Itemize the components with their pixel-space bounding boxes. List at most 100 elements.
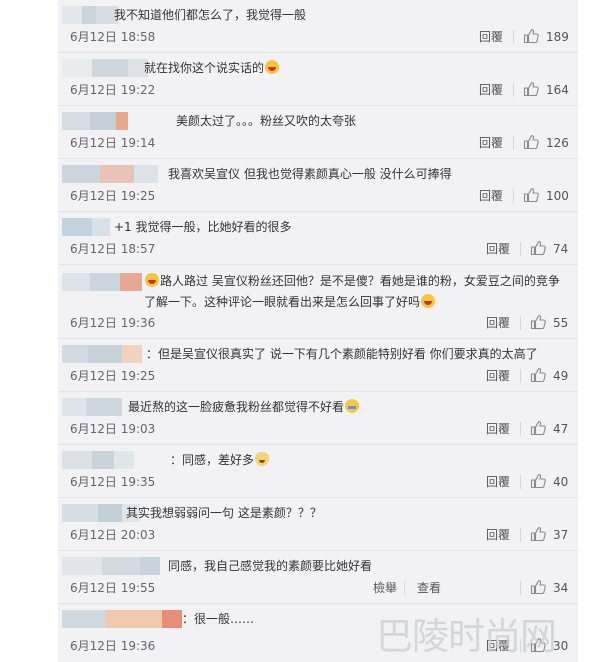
reply-link[interactable]: 回覆 — [486, 527, 510, 543]
comment-timestamp: 6月12日 19:36 — [70, 639, 156, 653]
comment-text: 同感，我自己感觉我的素颜要比她好看 — [168, 557, 372, 575]
comment-timestamp: 6月12日 19:25 — [70, 369, 156, 383]
comment-text: 就在找你这个说实话的 — [144, 59, 280, 77]
comment-timestamp: 6月12日 19:14 — [70, 136, 156, 150]
comment-item: 就在找你这个说实话的 6月12日 19:22 回覆 164 — [58, 53, 578, 106]
divider — [520, 369, 521, 383]
comment-timestamp: 6月12日 19:55 — [70, 581, 156, 595]
comment-text-content: 路人路过 吴宣仪粉丝还回他？是不是傻？看她是谁的粉，女爱豆之间的竞争了解一下。这… — [144, 274, 560, 309]
divider — [513, 136, 514, 150]
comment-timestamp: 6月12日 18:58 — [70, 30, 156, 44]
reply-link[interactable]: 回覆 — [486, 421, 510, 437]
thumbs-up-icon[interactable] — [523, 134, 539, 150]
blurred-username[interactable] — [62, 451, 134, 469]
comment-item: ：但是吴宣仪很真实了 说一下有几个素颜能特别好看 你们要求真的太高了 6月12日 … — [58, 339, 578, 392]
comment-text: 我喜欢吴宣仪 但我也觉得素颜真心一般 没什么可捧得 — [168, 165, 452, 183]
comment-text: 最近熬的这一脸疲惫我粉丝都觉得不好看 — [128, 398, 360, 416]
divider — [513, 30, 514, 44]
reply-link[interactable]: 回覆 — [479, 29, 503, 45]
comment-item: 我喜欢吴宣仪 但我也觉得素颜真心一般 没什么可捧得 6月12日 19:25 回覆 10… — [58, 159, 578, 212]
comment-body: 最近熬的这一脸疲惫我粉丝都觉得不好看 — [62, 398, 578, 416]
comment-body: +1 我觉得一般，比她好看的很多 — [62, 218, 578, 236]
comment-item: ：同感，差好多 6月12日 19:35 回覆 40 — [58, 445, 578, 498]
comment-text: ：很一般…… — [182, 610, 254, 628]
comment-timestamp: 6月12日 19:25 — [70, 189, 156, 203]
thumbs-up-icon[interactable] — [530, 420, 546, 436]
comment-text-content: ：但是吴宣仪很真实了 说一下有几个素颜能特别好看 你们要求真的太高了 — [146, 347, 538, 361]
blurred-username[interactable] — [62, 112, 128, 130]
reply-link[interactable]: 回覆 — [486, 241, 510, 257]
reply-link[interactable]: 回覆 — [486, 315, 510, 331]
thumbs-up-icon[interactable] — [523, 28, 539, 44]
comment-body: 路人路过 吴宣仪粉丝还回他？是不是傻？看她是谁的粉，女爱豆之间的竞争了解一下。这… — [62, 273, 578, 309]
divider — [513, 189, 514, 203]
view-link[interactable]: 查看 — [417, 580, 441, 596]
comment-text: 其实我想弱弱问一句 这是素颜？？？ — [126, 504, 322, 522]
reply-link[interactable]: 回覆 — [486, 368, 510, 384]
comment-item: 同感，我自己感觉我的素颜要比她好看 6月12日 19:55 檢舉 查看 34 — [58, 551, 578, 604]
like-count: 49 — [553, 369, 569, 383]
like-count: 126 — [546, 136, 569, 150]
comment-timestamp: 6月12日 19:03 — [70, 422, 156, 436]
like-count: 74 — [553, 242, 569, 256]
reply-link[interactable]: 回覆 — [479, 188, 503, 204]
thumbs-up-icon[interactable] — [530, 240, 546, 256]
divider — [520, 581, 521, 595]
blurred-username[interactable] — [62, 398, 122, 416]
comment-item: 美颜太过了。。。粉丝又吹的太夸张 6月12日 19:14 回覆 126 — [58, 106, 578, 159]
comment-body: ：但是吴宣仪很真实了 说一下有几个素颜能特别好看 你们要求真的太高了 — [62, 345, 578, 363]
divider — [520, 528, 521, 542]
blurred-username[interactable] — [62, 273, 142, 291]
comment-timestamp: 6月12日 19:36 — [70, 316, 156, 330]
blurred-username[interactable] — [62, 557, 160, 575]
divider — [513, 83, 514, 97]
comment-text-content: ：很一般…… — [182, 612, 255, 626]
thumbs-up-icon[interactable] — [530, 579, 546, 595]
thumbs-up-icon[interactable] — [530, 526, 546, 542]
comment-item: 其实我想弱弱问一句 这是素颜？？？ 6月12日 20:03 回覆 37 — [58, 498, 578, 551]
comment-body: 我不知道他们都怎么了，我觉得一般 — [62, 6, 578, 24]
blurred-username[interactable] — [62, 610, 182, 628]
comment-text: +1 我觉得一般，比她好看的很多 — [114, 218, 292, 236]
like-count: 34 — [553, 581, 569, 595]
blurred-username[interactable] — [62, 6, 118, 24]
divider — [520, 422, 521, 436]
comment-timestamp: 6月12日 19:22 — [70, 83, 156, 97]
thumbs-up-icon[interactable] — [530, 473, 546, 489]
laugh-emoji-icon — [421, 294, 436, 308]
comment-text: 我不知道他们都怎么了，我觉得一般 — [114, 6, 306, 24]
divider — [520, 242, 521, 256]
like-count: 55 — [553, 316, 569, 330]
comment-item: 最近熬的这一脸疲惫我粉丝都觉得不好看 6月12日 19:03 回覆 47 — [58, 392, 578, 445]
comment-text-content: 就在找你这个说实话的 — [144, 61, 265, 75]
comment-text-content: 其实我想弱弱问一句 这是素颜？？？ — [126, 506, 322, 520]
thumbs-up-icon[interactable] — [523, 187, 539, 203]
reply-link[interactable]: 回覆 — [479, 135, 503, 151]
blurred-username[interactable] — [62, 218, 110, 236]
thumbs-up-icon[interactable] — [523, 81, 539, 97]
thumbs-up-icon[interactable] — [530, 314, 546, 330]
comment-text-content: 我不知道他们都怎么了，我觉得一般 — [114, 8, 307, 22]
report-link[interactable]: 檢舉 — [373, 580, 397, 596]
comment-body: 我喜欢吴宣仪 但我也觉得素颜真心一般 没什么可捧得 — [62, 165, 578, 183]
comment-body: 就在找你这个说实话的 — [62, 59, 578, 77]
blurred-username[interactable] — [62, 345, 142, 363]
comment-item: 路人路过 吴宣仪粉丝还回他？是不是傻？看她是谁的粉，女爱豆之间的竞争了解一下。这… — [58, 265, 578, 339]
comment-text-content: 同感，我自己感觉我的素颜要比她好看 — [168, 559, 373, 573]
divider — [404, 581, 405, 595]
like-count: 47 — [553, 422, 569, 436]
thumbs-up-icon[interactable] — [530, 367, 546, 383]
blurred-username[interactable] — [62, 165, 158, 183]
comment-body: ：同感，差好多 — [62, 451, 578, 469]
divider — [520, 316, 521, 330]
comment-text: 路人路过 吴宣仪粉丝还回他？是不是傻？看她是谁的粉，女爱豆之间的竞争了解一下。这… — [144, 271, 568, 313]
like-count: 37 — [553, 528, 569, 542]
like-count: 164 — [546, 83, 569, 97]
dog-emoji-icon — [255, 452, 270, 466]
reply-link[interactable]: 回覆 — [486, 474, 510, 490]
comment-text-content: ：同感，差好多 — [170, 453, 255, 467]
reply-link[interactable]: 回覆 — [479, 82, 503, 98]
laugh-emoji-icon — [265, 60, 280, 74]
comment-item: +1 我觉得一般，比她好看的很多 6月12日 18:57 回覆 74 — [58, 212, 578, 265]
blurred-username[interactable] — [62, 59, 148, 77]
